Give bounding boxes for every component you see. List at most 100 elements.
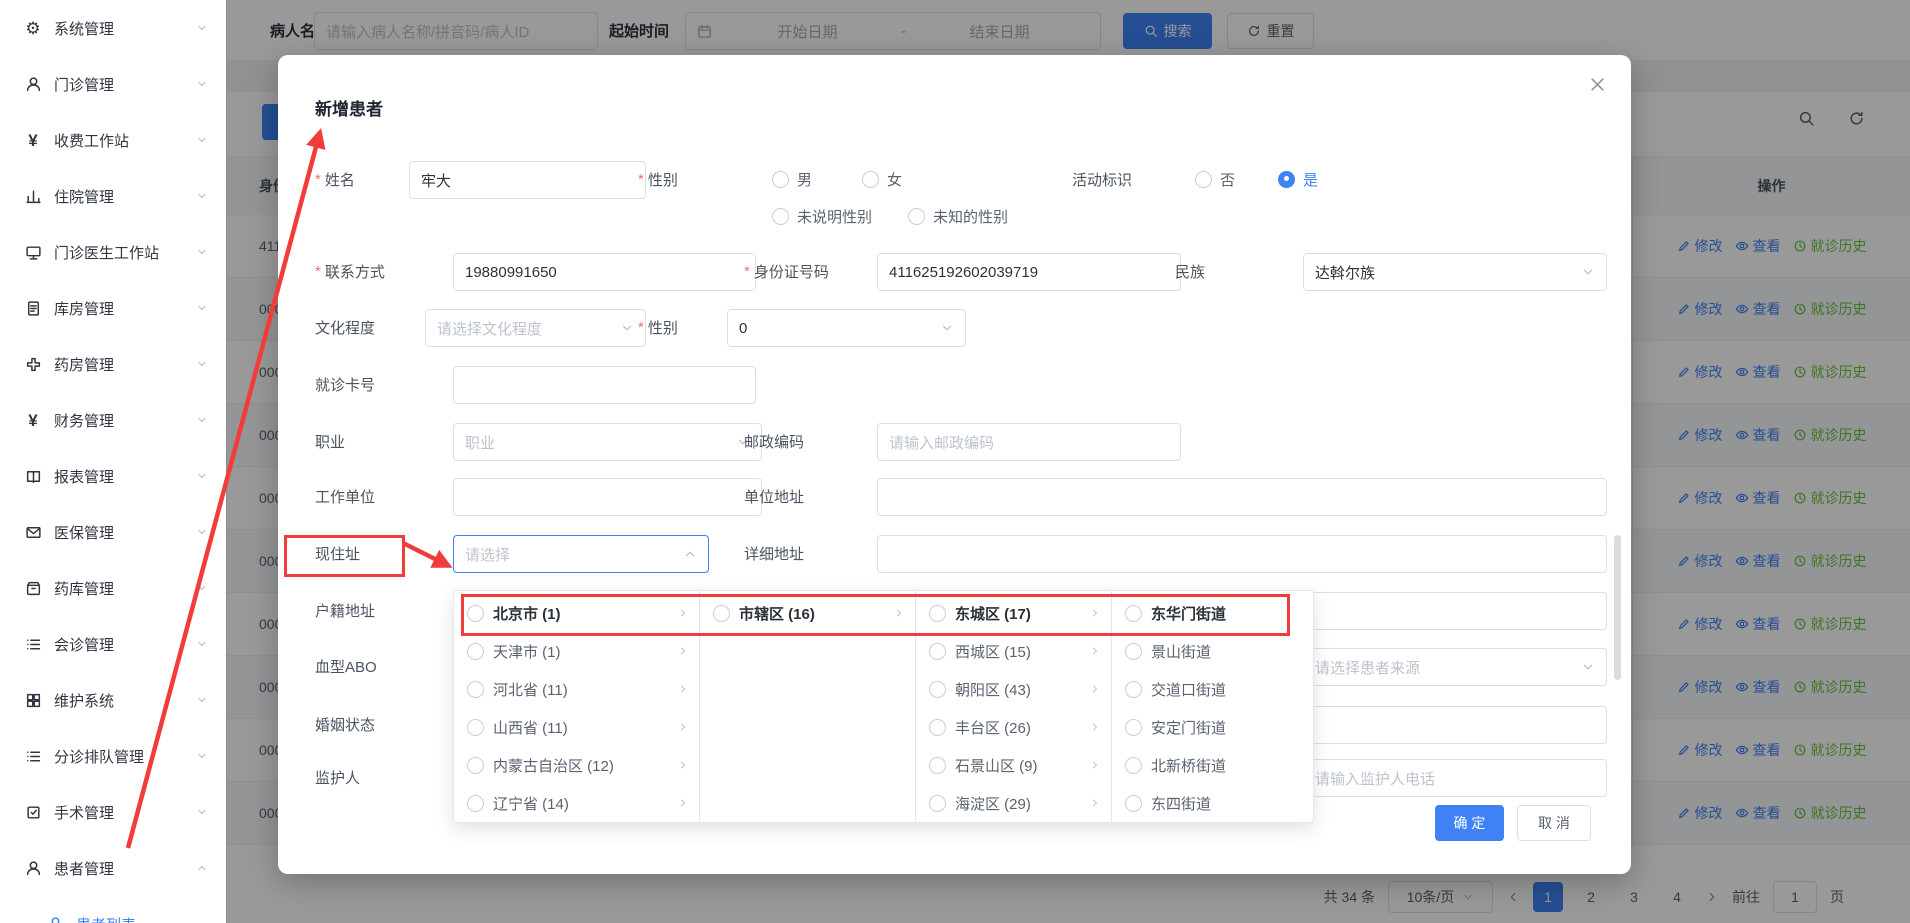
- sidebar-item-outpatient-management[interactable]: 门诊管理: [0, 56, 226, 112]
- sidebar-item-label: 患者列表: [76, 914, 208, 923]
- cascader-option-province[interactable]: 辽宁省 (14): [454, 784, 699, 822]
- sidebar-item-label: 库房管理: [54, 298, 196, 319]
- ethnicity-select[interactable]: 达斡尔族: [1303, 253, 1607, 291]
- sidebar-item-drug-storage-management[interactable]: 药库管理: [0, 560, 226, 616]
- cascader-option-district[interactable]: 西城区 (15): [916, 632, 1111, 670]
- confirm-button[interactable]: 确 定: [1435, 805, 1504, 841]
- chart-icon: [22, 188, 44, 205]
- cascader-option-street[interactable]: 景山街道: [1112, 632, 1314, 670]
- cascader-option-province[interactable]: 北京市 (1): [454, 594, 699, 632]
- radio-icon: [929, 757, 946, 774]
- household-row-input[interactable]: [1303, 592, 1607, 630]
- postal-code-input[interactable]: 请输入邮政编码: [877, 423, 1181, 461]
- sidebar-item-patient-management[interactable]: 患者管理: [0, 840, 226, 896]
- gender2-select[interactable]: 0: [727, 309, 966, 347]
- sidebar-item-system-management[interactable]: ⚙系统管理: [0, 0, 226, 56]
- close-icon[interactable]: [1588, 75, 1607, 94]
- cascader-option-street[interactable]: 东四街道: [1112, 784, 1314, 822]
- chevron-down-icon: [620, 321, 634, 335]
- id-number-input[interactable]: 411625192602039719: [877, 253, 1181, 291]
- current-address-cascader[interactable]: 请选择: [453, 535, 709, 573]
- sidebar-item-finance-management[interactable]: ¥财务管理: [0, 392, 226, 448]
- cascader-option-district[interactable]: 朝阳区 (43): [916, 670, 1111, 708]
- chevron-up-icon: [196, 862, 208, 874]
- active-flag-radio-no[interactable]: 否: [1195, 161, 1235, 197]
- radio-icon: [713, 605, 730, 622]
- radio-icon: [772, 208, 789, 225]
- grid-icon: [22, 692, 44, 709]
- contact-input[interactable]: 19880991650: [453, 253, 756, 291]
- gender-radio-male[interactable]: 男: [772, 161, 812, 197]
- radio-icon: [467, 757, 484, 774]
- cascader-option-city[interactable]: 市辖区 (16): [700, 594, 915, 632]
- cascader-option-street[interactable]: 北新桥街道: [1112, 746, 1314, 784]
- radio-icon: [467, 795, 484, 812]
- gender-label: *性别: [638, 161, 678, 197]
- name-input[interactable]: 牢大: [409, 161, 646, 199]
- sidebar-item-consultation-management[interactable]: 会诊管理: [0, 616, 226, 672]
- current-address-label: 现住址: [315, 535, 360, 571]
- cascader-option-province[interactable]: 山西省 (11): [454, 708, 699, 746]
- chevron-down-icon: [196, 806, 208, 818]
- chevron-down-icon: [196, 190, 208, 202]
- chevron-down-icon: [196, 638, 208, 650]
- cancel-button[interactable]: 取 消: [1517, 805, 1591, 841]
- gender-radio-unknown[interactable]: 未知的性别: [908, 198, 1008, 234]
- cascader-option-street[interactable]: 安定门街道: [1112, 708, 1314, 746]
- sidebar-item-label: 住院管理: [54, 186, 196, 207]
- cascader-option-street[interactable]: 交道口街道: [1112, 670, 1314, 708]
- cascader-option-district[interactable]: 石景山区 (9): [916, 746, 1111, 784]
- detail-address-input[interactable]: [877, 535, 1607, 573]
- active-flag-radio-yes[interactable]: 是: [1278, 161, 1318, 197]
- unit-address-input[interactable]: [877, 478, 1607, 516]
- gender-radio-unstated[interactable]: 未说明性别: [772, 198, 872, 234]
- chevron-down-icon: [196, 302, 208, 314]
- cascader-option-district[interactable]: 丰台区 (26): [916, 708, 1111, 746]
- education-select[interactable]: 请选择文化程度: [425, 309, 646, 347]
- yen-icon: ¥: [22, 132, 44, 149]
- cascader-option-province[interactable]: 河北省 (11): [454, 670, 699, 708]
- cascader-option-street[interactable]: 东华门街道: [1112, 594, 1314, 632]
- sidebar-item-report-management[interactable]: 报表管理: [0, 448, 226, 504]
- active-flag-label: 活动标识: [1072, 161, 1132, 197]
- card-number-input[interactable]: [453, 366, 756, 404]
- household-address-label: 户籍地址: [315, 592, 375, 628]
- sidebar-item-warehouse-management[interactable]: 库房管理: [0, 280, 226, 336]
- sidebar-item-charge-workstation[interactable]: ¥收费工作站: [0, 112, 226, 168]
- chevron-right-icon: [677, 759, 689, 771]
- patient-source-select[interactable]: 请选择患者来源: [1303, 648, 1607, 686]
- gender-radio-female[interactable]: 女: [862, 161, 902, 197]
- monitor-icon: [22, 244, 44, 261]
- sidebar-item-patient-list[interactable]: 患者列表: [0, 896, 226, 923]
- sidebar-item-inpatient-management[interactable]: 住院管理: [0, 168, 226, 224]
- occupation-select[interactable]: 职业: [453, 423, 762, 461]
- sidebar-item-maintenance-system[interactable]: 维护系统: [0, 672, 226, 728]
- cascader-option-district[interactable]: 海淀区 (29): [916, 784, 1111, 822]
- chevron-down-icon: [196, 246, 208, 258]
- marital-row-input[interactable]: [1303, 706, 1607, 744]
- sidebar-item-triage-queue-management[interactable]: 分诊排队管理: [0, 728, 226, 784]
- sidebar-item-label: 财务管理: [54, 410, 196, 431]
- radio-icon: [1125, 605, 1142, 622]
- gender2-label: *性别: [638, 309, 678, 345]
- sidebar-item-label: 分诊排队管理: [54, 746, 196, 767]
- chevron-right-icon: [1089, 645, 1101, 657]
- dialog-title: 新增患者: [315, 95, 383, 120]
- card-number-label: 就诊卡号: [315, 366, 375, 402]
- modal-scrollbar[interactable]: [1614, 535, 1621, 680]
- radio-icon: [929, 681, 946, 698]
- radio-checked-icon: [1278, 171, 1295, 188]
- user-icon: [22, 860, 44, 877]
- guardian-phone-input[interactable]: 请输入监护人电话: [1303, 759, 1607, 797]
- cascader-option-province[interactable]: 内蒙古自治区 (12): [454, 746, 699, 784]
- sidebar-item-insurance-management[interactable]: 医保管理: [0, 504, 226, 560]
- chevron-right-icon: [893, 607, 905, 619]
- sidebar-item-pharmacy-management[interactable]: 药房管理: [0, 336, 226, 392]
- work-unit-input[interactable]: [453, 478, 762, 516]
- radio-icon: [1125, 719, 1142, 736]
- sidebar-item-outpatient-doctor-workstation[interactable]: 门诊医生工作站: [0, 224, 226, 280]
- medical-cross-icon: [22, 356, 44, 373]
- sidebar-item-surgery-management[interactable]: 手术管理: [0, 784, 226, 840]
- cascader-option-district[interactable]: 东城区 (17): [916, 594, 1111, 632]
- cascader-option-province[interactable]: 天津市 (1): [454, 632, 699, 670]
